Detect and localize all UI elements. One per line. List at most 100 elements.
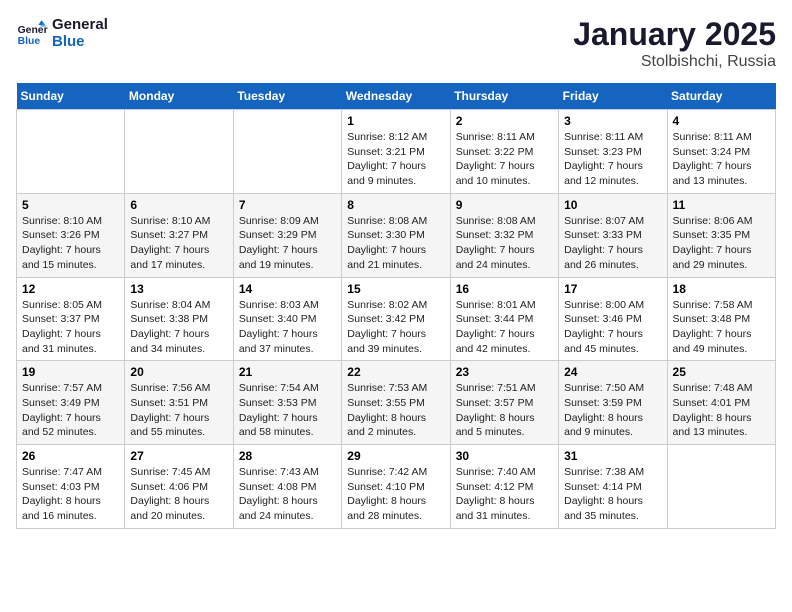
day-info: Sunrise: 8:12 AM Sunset: 3:21 PM Dayligh…	[347, 130, 444, 189]
header-thursday: Thursday	[450, 83, 558, 110]
day-number: 3	[564, 114, 661, 128]
day-info: Sunrise: 8:08 AM Sunset: 3:32 PM Dayligh…	[456, 214, 553, 273]
calendar-cell	[125, 110, 233, 194]
calendar-cell: 11Sunrise: 8:06 AM Sunset: 3:35 PM Dayli…	[667, 193, 775, 277]
calendar-cell: 24 Sunrise: 7:50 AM Sunset: 3:59 PM Dayli…	[559, 361, 667, 445]
day-number: 4	[673, 114, 770, 128]
day-number: 24	[564, 365, 661, 379]
header-monday: Monday	[125, 83, 233, 110]
header-saturday: Saturday	[667, 83, 775, 110]
calendar-cell: 19Sunrise: 7:57 AM Sunset: 3:49 PM Dayli…	[17, 361, 125, 445]
day-number: 6	[130, 198, 227, 212]
day-info: Sunrise: 7:58 AM Sunset: 3:48 PM Dayligh…	[673, 298, 770, 357]
day-info: Sunrise: 7:51 AM Sunset: 3:57 PM Dayligh…	[456, 381, 553, 440]
calendar-cell: 14Sunrise: 8:03 AM Sunset: 3:40 PM Dayli…	[233, 277, 341, 361]
week-row-1: 1 Sunrise: 8:12 AM Sunset: 3:21 PM Daylig…	[17, 110, 776, 194]
calendar-cell: 17Sunrise: 8:00 AM Sunset: 3:46 PM Dayli…	[559, 277, 667, 361]
calendar-cell: 28 Sunrise: 7:43 AM Sunset: 4:08 PM Dayli…	[233, 445, 341, 529]
day-number: 18	[673, 282, 770, 296]
day-info: Sunrise: 8:11 AM Sunset: 3:23 PM Dayligh…	[564, 130, 661, 189]
day-info: Sunrise: 7:38 AM Sunset: 4:14 PM Dayligh…	[564, 465, 661, 524]
calendar-header-row: SundayMondayTuesdayWednesdayThursdayFrid…	[17, 83, 776, 110]
day-info: Sunrise: 8:11 AM Sunset: 3:24 PM Dayligh…	[673, 130, 770, 189]
day-number: 5	[22, 198, 119, 212]
logo: General Blue General Blue	[16, 16, 108, 50]
day-info: Sunrise: 8:07 AM Sunset: 3:33 PM Dayligh…	[564, 214, 661, 273]
day-number: 14	[239, 282, 336, 296]
day-info: Sunrise: 8:10 AM Sunset: 3:26 PM Dayligh…	[22, 214, 119, 273]
day-number: 20	[130, 365, 227, 379]
calendar-cell: 10 Sunrise: 8:07 AM Sunset: 3:33 PM Dayli…	[559, 193, 667, 277]
calendar-cell	[17, 110, 125, 194]
calendar-cell	[233, 110, 341, 194]
week-row-2: 5 Sunrise: 8:10 AM Sunset: 3:26 PM Daylig…	[17, 193, 776, 277]
day-info: Sunrise: 7:57 AM Sunset: 3:49 PM Dayligh…	[22, 381, 119, 440]
day-info: Sunrise: 7:56 AM Sunset: 3:51 PM Dayligh…	[130, 381, 227, 440]
day-number: 10	[564, 198, 661, 212]
svg-text:Blue: Blue	[18, 36, 41, 47]
day-number: 26	[22, 449, 119, 463]
day-info: Sunrise: 8:05 AM Sunset: 3:37 PM Dayligh…	[22, 298, 119, 357]
day-number: 15	[347, 282, 444, 296]
week-row-3: 12 Sunrise: 8:05 AM Sunset: 3:37 PM Dayli…	[17, 277, 776, 361]
day-number: 29	[347, 449, 444, 463]
week-row-5: 26 Sunrise: 7:47 AM Sunset: 4:03 PM Dayli…	[17, 445, 776, 529]
week-row-4: 19Sunrise: 7:57 AM Sunset: 3:49 PM Dayli…	[17, 361, 776, 445]
calendar-cell: 18 Sunrise: 7:58 AM Sunset: 3:48 PM Dayli…	[667, 277, 775, 361]
day-number: 22	[347, 365, 444, 379]
day-info: Sunrise: 8:01 AM Sunset: 3:44 PM Dayligh…	[456, 298, 553, 357]
day-info: Sunrise: 8:11 AM Sunset: 3:22 PM Dayligh…	[456, 130, 553, 189]
calendar-cell: 27Sunrise: 7:45 AM Sunset: 4:06 PM Dayli…	[125, 445, 233, 529]
title-block: January 2025 Stolbishchi, Russia	[573, 16, 776, 71]
logo-line1: General	[52, 16, 108, 33]
calendar-cell: 26 Sunrise: 7:47 AM Sunset: 4:03 PM Dayli…	[17, 445, 125, 529]
day-info: Sunrise: 8:06 AM Sunset: 3:35 PM Dayligh…	[673, 214, 770, 273]
day-info: Sunrise: 8:04 AM Sunset: 3:38 PM Dayligh…	[130, 298, 227, 357]
calendar-table: SundayMondayTuesdayWednesdayThursdayFrid…	[16, 83, 776, 529]
day-info: Sunrise: 7:47 AM Sunset: 4:03 PM Dayligh…	[22, 465, 119, 524]
header-wednesday: Wednesday	[342, 83, 450, 110]
day-info: Sunrise: 8:10 AM Sunset: 3:27 PM Dayligh…	[130, 214, 227, 273]
logo-line2: Blue	[52, 33, 108, 50]
day-number: 16	[456, 282, 553, 296]
calendar-cell: 9 Sunrise: 8:08 AM Sunset: 3:32 PM Daylig…	[450, 193, 558, 277]
calendar-cell: 20 Sunrise: 7:56 AM Sunset: 3:51 PM Dayli…	[125, 361, 233, 445]
day-info: Sunrise: 7:43 AM Sunset: 4:08 PM Dayligh…	[239, 465, 336, 524]
calendar-cell: 3 Sunrise: 8:11 AM Sunset: 3:23 PM Daylig…	[559, 110, 667, 194]
day-info: Sunrise: 7:54 AM Sunset: 3:53 PM Dayligh…	[239, 381, 336, 440]
calendar-cell: 29 Sunrise: 7:42 AM Sunset: 4:10 PM Dayli…	[342, 445, 450, 529]
calendar-cell: 21Sunrise: 7:54 AM Sunset: 3:53 PM Dayli…	[233, 361, 341, 445]
calendar-cell: 16 Sunrise: 8:01 AM Sunset: 3:44 PM Dayli…	[450, 277, 558, 361]
day-info: Sunrise: 8:02 AM Sunset: 3:42 PM Dayligh…	[347, 298, 444, 357]
day-number: 17	[564, 282, 661, 296]
day-number: 1	[347, 114, 444, 128]
day-number: 8	[347, 198, 444, 212]
day-info: Sunrise: 7:40 AM Sunset: 4:12 PM Dayligh…	[456, 465, 553, 524]
day-number: 31	[564, 449, 661, 463]
calendar-cell	[667, 445, 775, 529]
calendar-cell: 6 Sunrise: 8:10 AM Sunset: 3:27 PM Daylig…	[125, 193, 233, 277]
day-number: 13	[130, 282, 227, 296]
day-number: 9	[456, 198, 553, 212]
calendar-cell: 7Sunrise: 8:09 AM Sunset: 3:29 PM Daylig…	[233, 193, 341, 277]
header-sunday: Sunday	[17, 83, 125, 110]
calendar-cell: 13 Sunrise: 8:04 AM Sunset: 3:38 PM Dayli…	[125, 277, 233, 361]
calendar-cell: 23 Sunrise: 7:51 AM Sunset: 3:57 PM Dayli…	[450, 361, 558, 445]
calendar-title: January 2025	[573, 16, 776, 53]
day-info: Sunrise: 7:42 AM Sunset: 4:10 PM Dayligh…	[347, 465, 444, 524]
day-number: 28	[239, 449, 336, 463]
calendar-cell: 2Sunrise: 8:11 AM Sunset: 3:22 PM Daylig…	[450, 110, 558, 194]
calendar-cell: 15 Sunrise: 8:02 AM Sunset: 3:42 PM Dayli…	[342, 277, 450, 361]
calendar-cell: 8Sunrise: 8:08 AM Sunset: 3:30 PM Daylig…	[342, 193, 450, 277]
day-number: 23	[456, 365, 553, 379]
calendar-cell: 12 Sunrise: 8:05 AM Sunset: 3:37 PM Dayli…	[17, 277, 125, 361]
calendar-cell: 5 Sunrise: 8:10 AM Sunset: 3:26 PM Daylig…	[17, 193, 125, 277]
calendar-cell: 22 Sunrise: 7:53 AM Sunset: 3:55 PM Dayli…	[342, 361, 450, 445]
day-number: 12	[22, 282, 119, 296]
day-info: Sunrise: 7:50 AM Sunset: 3:59 PM Dayligh…	[564, 381, 661, 440]
day-info: Sunrise: 7:53 AM Sunset: 3:55 PM Dayligh…	[347, 381, 444, 440]
calendar-cell: 25Sunrise: 7:48 AM Sunset: 4:01 PM Dayli…	[667, 361, 775, 445]
day-info: Sunrise: 8:09 AM Sunset: 3:29 PM Dayligh…	[239, 214, 336, 273]
day-number: 27	[130, 449, 227, 463]
calendar-cell: 30Sunrise: 7:40 AM Sunset: 4:12 PM Dayli…	[450, 445, 558, 529]
